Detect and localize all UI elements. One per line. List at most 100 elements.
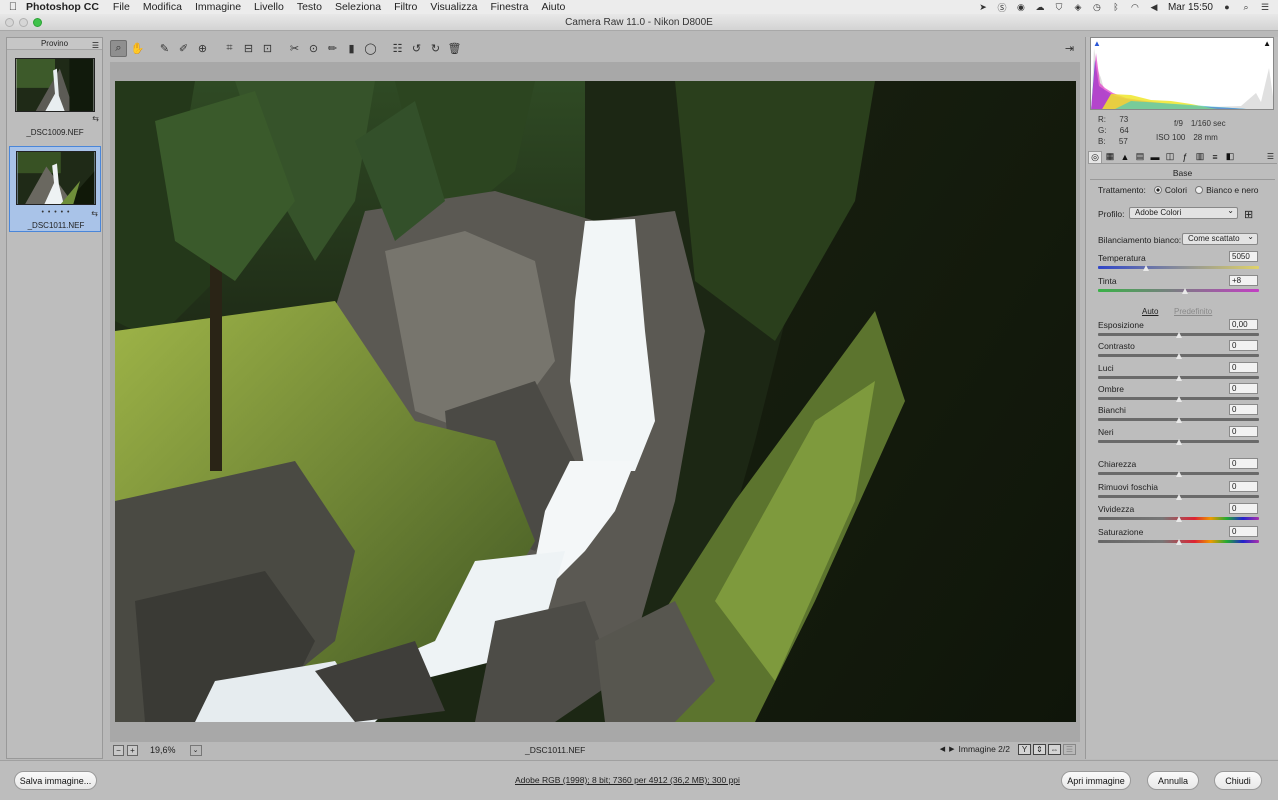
location-icon[interactable]: ➤ [978,2,988,12]
slider-value[interactable]: 0,00 [1229,319,1258,330]
menu-seleziona[interactable]: Seleziona [335,1,381,13]
menu-livello[interactable]: Livello [254,1,284,13]
tint-value[interactable]: +8 [1229,275,1258,286]
wifi-icon[interactable]: ◠ [1130,2,1140,12]
rotate-right-icon[interactable]: ↻ [427,40,444,57]
minimize-window-button[interactable] [19,18,28,27]
time-machine-icon[interactable]: ◷ [1092,2,1102,12]
close-window-button[interactable] [5,18,14,27]
slider-knob[interactable] [1175,438,1182,445]
filmstrip-item[interactable]: ⇆ _DSC1009.NEF [9,54,101,138]
open-image-button[interactable]: Apri immagine [1061,771,1131,790]
treatment-bw-label[interactable]: Bianco e nero [1206,185,1258,195]
temperature-slider[interactable] [1098,266,1259,269]
color-sampler-icon[interactable]: ✐ [175,40,192,57]
apple-menu-icon[interactable]:  [0,1,26,13]
creative-cloud-icon[interactable]: ◉ [1016,2,1026,12]
tab-tone-curve-icon[interactable]: ▦ [1103,151,1117,163]
previous-image-icon[interactable]: ◀ [940,745,945,753]
cancel-button[interactable]: Annulla [1147,771,1199,790]
slider-knob[interactable] [1175,516,1182,522]
panel-menu-icon[interactable]: ☰ [1267,152,1274,161]
slider-value[interactable]: 0 [1229,525,1258,537]
image-preview-area[interactable] [110,62,1080,742]
fullscreen-toggle-icon[interactable]: ⇥ [1061,40,1078,57]
tab-split-toning-icon[interactable]: ▬ [1148,151,1162,163]
slider-value[interactable]: 0 [1229,425,1258,437]
transform-icon[interactable]: ⊡ [259,40,276,57]
preferences-icon[interactable]: ☷ [389,40,406,57]
shadow-clipping-icon[interactable]: ▲ [1093,39,1101,48]
menu-file[interactable]: File [113,1,130,13]
treatment-bw-radio[interactable] [1195,186,1204,194]
tab-hsl-icon[interactable]: ▤ [1133,151,1147,163]
target-adjust-icon[interactable]: ⊕ [194,40,211,57]
notification-center-icon[interactable]: ☰ [1260,2,1270,12]
tab-basic-icon[interactable]: ◎ [1088,150,1102,163]
slider-value[interactable]: 0 [1229,404,1258,416]
menu-immagine[interactable]: Immagine [195,1,241,13]
bluetooth-icon[interactable]: ᛒ [1111,2,1121,12]
trash-icon[interactable]: 🗑 [446,40,463,57]
slider-knob[interactable] [1175,353,1182,360]
slider-knob[interactable] [1175,332,1182,338]
clock[interactable]: Mar 15:50 [1168,2,1213,13]
shield-icon[interactable]: ⛉ [1054,2,1064,12]
rating-stars[interactable]: • • • • • [10,209,102,216]
before-after-view-button[interactable]: Y [1018,744,1031,755]
tab-calibration-icon[interactable]: ▥ [1193,151,1207,163]
slider-knob[interactable] [1175,493,1182,500]
copy-settings-button[interactable]: ⇔ [1048,744,1061,755]
menu-testo[interactable]: Testo [297,1,322,13]
slider-value[interactable]: 0 [1229,503,1258,514]
menu-finestra[interactable]: Finestra [491,1,529,13]
temperature-value[interactable]: 5050 [1229,251,1258,262]
tab-detail-icon[interactable]: ▲ [1118,151,1132,163]
slider-value[interactable]: 0 [1229,382,1258,394]
menu-visualizza[interactable]: Visualizza [430,1,477,13]
straighten-icon[interactable]: ⊟ [240,40,257,57]
skype-icon[interactable]: Ⓢ [997,2,1007,13]
wb-select[interactable]: Come scattato [1182,232,1258,245]
adjustment-brush-icon[interactable]: ✏ [324,40,341,57]
zoom-out-button[interactable]: − [113,744,124,756]
swap-settings-button[interactable]: ⇕ [1033,744,1046,755]
tint-slider[interactable] [1098,289,1259,292]
workflow-options-link[interactable]: Adobe RGB (1998); 8 bit; 7360 per 4912 (… [515,775,740,785]
zoom-level[interactable]: 19,6% [150,745,176,755]
save-image-button[interactable]: Salva immagine... [14,771,97,790]
zoom-icon[interactable]: ⌕ [110,39,127,57]
red-eye-icon[interactable]: ⊙ [305,40,322,57]
next-image-icon[interactable]: ▶ [949,745,954,753]
close-button[interactable]: Chiudi [1214,771,1262,790]
volume-icon[interactable]: ◀ [1149,2,1159,12]
rotate-left-icon[interactable]: ↺ [408,40,425,57]
app-menu[interactable]: Photoshop CC [26,1,99,13]
menu-modifica[interactable]: Modifica [143,1,182,13]
white-balance-icon[interactable]: ✎ [156,40,173,57]
tab-effects-icon[interactable]: ƒ [1178,151,1192,163]
spotlight-icon[interactable]: ⌕ [1241,2,1251,12]
dropbox-icon[interactable]: ◈ [1073,2,1083,12]
zoom-in-button[interactable]: + [127,744,138,756]
filmstrip-item-selected[interactable]: • • • • • ⇆ _DSC1011.NEF [9,146,101,232]
profile-select[interactable]: Adobe Colori [1129,206,1238,219]
auto-link[interactable]: Auto [1142,307,1158,316]
toggle-default-icon[interactable]: ☰ [1063,744,1076,755]
slider-knob[interactable] [1175,395,1182,402]
graduated-filter-icon[interactable]: ▮ [343,40,360,57]
spot-removal-icon[interactable]: ✂ [286,40,303,57]
hand-icon[interactable]: ✋ [129,40,146,57]
slider-value[interactable]: 0 [1229,361,1258,373]
profile-browser-icon[interactable]: ⊞ [1244,208,1253,221]
crop-icon[interactable]: ⌗ [221,40,238,57]
treatment-color-radio[interactable] [1153,186,1162,194]
slider-value[interactable]: 0 [1229,458,1258,469]
highlight-clipping-icon[interactable]: ▲ [1263,39,1271,48]
filmstrip-menu-icon[interactable]: ☰ [92,40,99,52]
slider-knob[interactable] [1175,471,1182,477]
zoom-window-button[interactable] [33,18,42,27]
tab-lens-icon[interactable]: ◫ [1163,151,1177,163]
temperature-knob[interactable] [1143,265,1150,271]
menu-aiuto[interactable]: Aiuto [541,1,565,13]
